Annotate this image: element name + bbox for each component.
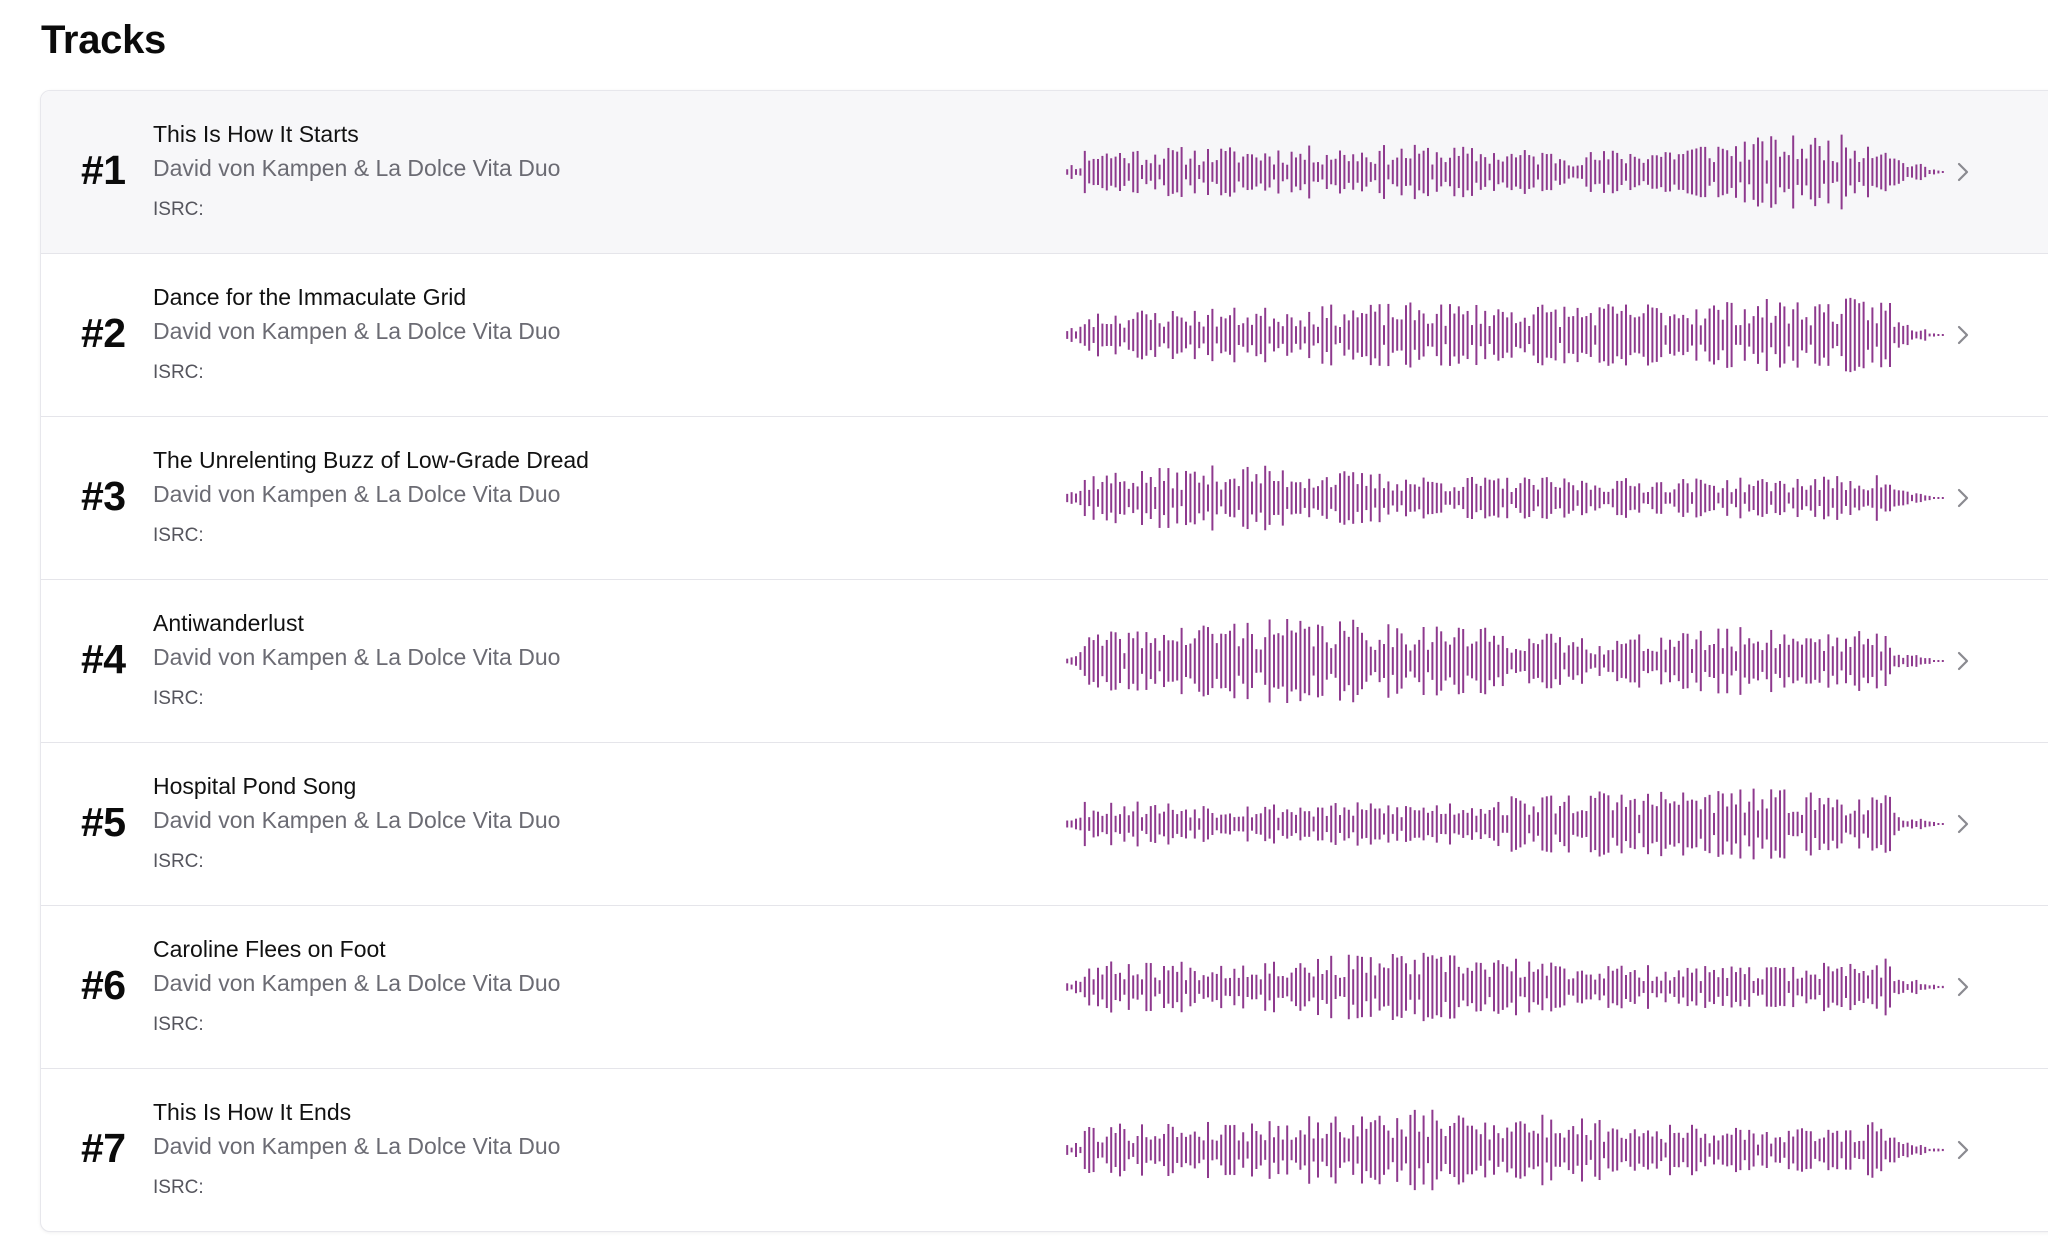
track-row[interactable]: #5 Hospital Pond Song David von Kampen &… (41, 743, 2048, 906)
track-title: The Unrelenting Buzz of Low-Grade Dread (153, 447, 589, 473)
waveform[interactable] (1065, 616, 1945, 706)
track-artist: David von Kampen & La Dolce Vita Duo (153, 807, 561, 833)
track-isrc: ISRC: (153, 1177, 204, 1198)
chevron-right-icon[interactable] (1949, 1136, 1977, 1164)
track-artist: David von Kampen & La Dolce Vita Duo (153, 481, 561, 507)
track-artist: David von Kampen & La Dolce Vita Duo (153, 644, 561, 670)
track-number: #5 (81, 799, 126, 845)
track-title: Hospital Pond Song (153, 773, 357, 799)
track-row[interactable]: #1 This Is How It Starts David von Kampe… (41, 91, 2048, 254)
waveform[interactable] (1065, 290, 1945, 380)
track-title: Dance for the Immaculate Grid (153, 284, 467, 310)
page-title: Tracks (41, 18, 166, 62)
chevron-right-icon[interactable] (1949, 158, 1977, 186)
track-artist: David von Kampen & La Dolce Vita Duo (153, 155, 561, 181)
track-info: Caroline Flees on Foot David von Kampen … (153, 934, 560, 1038)
track-title: Caroline Flees on Foot (153, 936, 386, 962)
chevron-right-icon[interactable] (1949, 810, 1977, 838)
waveform[interactable] (1065, 1105, 1945, 1195)
track-isrc: ISRC: (153, 362, 204, 383)
waveform[interactable] (1065, 779, 1945, 869)
track-isrc: ISRC: (153, 851, 204, 872)
chevron-right-icon[interactable] (1949, 973, 1977, 1001)
track-number: #2 (81, 310, 126, 356)
track-list: #1 This Is How It Starts David von Kampe… (40, 90, 2048, 1232)
track-row[interactable]: #3 The Unrelenting Buzz of Low-Grade Dre… (41, 417, 2048, 580)
track-title: Antiwanderlust (153, 610, 304, 636)
track-artist: David von Kampen & La Dolce Vita Duo (153, 1133, 561, 1159)
track-info: Antiwanderlust David von Kampen & La Dol… (153, 608, 560, 712)
chevron-right-icon[interactable] (1949, 484, 1977, 512)
chevron-right-icon[interactable] (1949, 321, 1977, 349)
track-info: Hospital Pond Song David von Kampen & La… (153, 771, 560, 875)
track-number: #7 (81, 1125, 126, 1171)
track-title: This Is How It Ends (153, 1099, 352, 1125)
track-title: This Is How It Starts (153, 121, 359, 147)
track-info: This Is How It Ends David von Kampen & L… (153, 1097, 560, 1201)
track-row[interactable]: #4 Antiwanderlust David von Kampen & La … (41, 580, 2048, 743)
track-artist: David von Kampen & La Dolce Vita Duo (153, 970, 561, 996)
track-row[interactable]: #6 Caroline Flees on Foot David von Kamp… (41, 906, 2048, 1069)
track-number: #1 (81, 147, 126, 193)
track-row[interactable]: #7 This Is How It Ends David von Kampen … (41, 1069, 2048, 1231)
track-isrc: ISRC: (153, 199, 204, 220)
chevron-right-icon[interactable] (1949, 647, 1977, 675)
waveform[interactable] (1065, 942, 1945, 1032)
track-number: #4 (81, 636, 126, 682)
track-isrc: ISRC: (153, 525, 204, 546)
track-number: #3 (81, 473, 126, 519)
waveform[interactable] (1065, 127, 1945, 217)
track-number: #6 (81, 962, 126, 1008)
track-artist: David von Kampen & La Dolce Vita Duo (153, 318, 561, 344)
track-info: This Is How It Starts David von Kampen &… (153, 119, 560, 223)
tracks-page: Tracks #1 This Is How It Starts David vo… (0, 0, 2048, 1239)
track-isrc: ISRC: (153, 1014, 204, 1035)
track-row[interactable]: #2 Dance for the Immaculate Grid David v… (41, 254, 2048, 417)
waveform[interactable] (1065, 453, 1945, 543)
track-isrc: ISRC: (153, 688, 204, 709)
track-info: Dance for the Immaculate Grid David von … (153, 282, 560, 386)
track-info: The Unrelenting Buzz of Low-Grade Dread … (153, 445, 589, 549)
